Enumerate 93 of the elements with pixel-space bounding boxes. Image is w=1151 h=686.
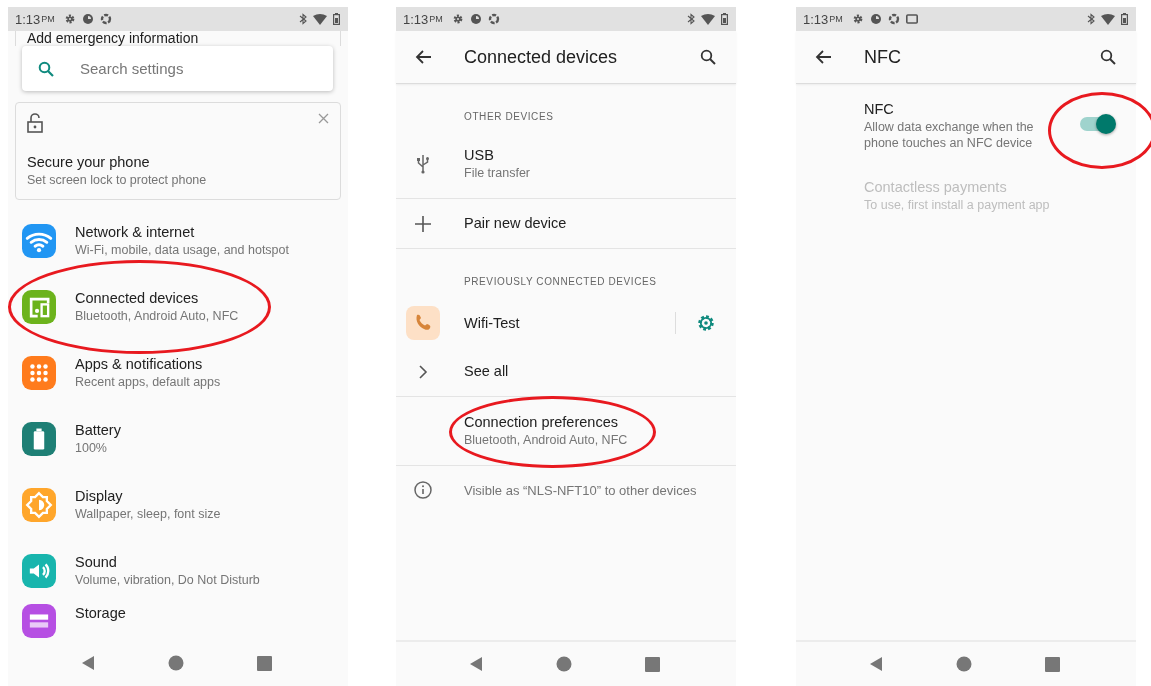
status-meridiem: PM: [41, 14, 55, 24]
back-arrow-icon[interactable]: [415, 50, 431, 64]
item-title: Connection preferences: [464, 413, 619, 432]
search-icon: [38, 61, 54, 77]
pie-icon: [81, 13, 94, 25]
settings-category[interactable]: Battery 100%: [8, 406, 348, 472]
category-title: Connected devices: [75, 289, 200, 308]
back-arrow-icon[interactable]: [815, 50, 831, 64]
back-icon[interactable]: [80, 655, 95, 671]
settings-category[interactable]: Connected devices Bluetooth, Android Auto, NFC: [8, 274, 348, 340]
search-field[interactable]: Search settings: [22, 46, 333, 91]
settings-category[interactable]: Display Wallpaper, sleep, font size: [8, 472, 348, 538]
item-title: Pair new device: [464, 214, 567, 233]
category-title: Storage: [75, 604, 126, 623]
ring-icon: [99, 13, 112, 25]
pie-icon: [469, 13, 482, 25]
wifi-signal-icon: [313, 13, 327, 25]
gear-icon: [851, 13, 864, 25]
device-name[interactable]: Wifi-Test: [464, 313, 675, 333]
suggestion-summary: Set screen lock to protect phone: [27, 172, 208, 189]
home-icon[interactable]: [955, 656, 972, 672]
status-time: 1:13: [403, 11, 429, 27]
gear-icon: [63, 13, 76, 25]
category-title: Sound: [75, 553, 118, 572]
item-title: NFC: [864, 100, 895, 119]
search-icon[interactable]: [1100, 49, 1116, 65]
settings-icon[interactable]: [696, 313, 716, 333]
category-summary: Recent apps, default apps: [75, 374, 221, 391]
info-icon: [414, 481, 432, 499]
category-title: Battery: [75, 421, 121, 440]
status-time: 1:13: [15, 11, 41, 27]
lock-icon: [27, 113, 45, 133]
battery-icon: [1121, 13, 1128, 25]
screen-title: Connected devices: [464, 46, 619, 68]
item-summary: Bluetooth, Android Auto, NFC: [464, 432, 628, 449]
back-icon[interactable]: [868, 656, 883, 672]
item-title: Contactless payments: [864, 178, 1008, 197]
home-icon[interactable]: [555, 656, 572, 672]
section-header: PREVIOUSLY CONNECTED DEVICES: [464, 276, 657, 287]
wifi-signal-icon: [701, 13, 715, 25]
item-title: See all: [464, 362, 509, 381]
recents-icon[interactable]: [1044, 656, 1060, 672]
screen-icon: [905, 13, 918, 25]
search-icon[interactable]: [700, 49, 716, 65]
settings-category[interactable]: Network & internet Wi-Fi, mobile, data usage, and hotspot: [8, 208, 348, 274]
back-icon[interactable]: [468, 656, 483, 672]
item-summary: File transfer: [464, 165, 530, 182]
category-title: Display: [75, 487, 124, 506]
item-summary: Allow data exchange when the phone touches an NFC device: [864, 119, 1035, 151]
phone-icon: [406, 306, 440, 340]
wifi-signal-icon: [1101, 13, 1115, 25]
bluetooth-icon: [1087, 13, 1095, 25]
category-summary: Bluetooth, Android Auto, NFC: [75, 308, 239, 325]
settings-category[interactable]: Sound Volume, vibration, Do Not Disturb: [8, 538, 348, 604]
home-icon[interactable]: [167, 655, 184, 671]
preference-item[interactable]: Connection preferences Bluetooth, Android Auto, NFC: [396, 397, 736, 465]
card-title: Add emergency information: [27, 31, 200, 46]
item-title: USB: [464, 146, 495, 165]
preference-item[interactable]: See all: [396, 347, 736, 396]
recents-icon[interactable]: [644, 656, 660, 672]
ring-icon: [487, 13, 500, 25]
usb-icon: [417, 154, 429, 174]
status-meridiem: PM: [829, 14, 843, 24]
category-summary: Volume, vibration, Do Not Disturb: [75, 572, 260, 589]
gear-icon: [451, 13, 464, 25]
preference-item[interactable]: Pair new device: [396, 199, 736, 248]
pie-icon: [869, 13, 882, 25]
status-meridiem: PM: [429, 14, 443, 24]
settings-category[interactable]: Storage: [8, 604, 348, 640]
toggle-switch[interactable]: [1080, 117, 1114, 131]
battery-icon: [721, 13, 728, 25]
recents-icon[interactable]: [256, 655, 272, 671]
battery-icon: [333, 13, 340, 25]
category-summary: Wi-Fi, mobile, data usage, and hotspot: [75, 242, 289, 259]
screen-title: NFC: [864, 46, 902, 68]
category-title: Network & internet: [75, 223, 196, 242]
emergency-card[interactable]: Add emergency information: [15, 31, 341, 46]
category-title: Apps & notifications: [75, 355, 204, 374]
section-header: OTHER DEVICES: [464, 111, 554, 122]
preference-item[interactable]: USB File transfer: [396, 130, 736, 198]
category-summary: 100%: [75, 440, 108, 457]
item-summary: To use, first install a payment app: [864, 197, 1050, 214]
settings-category[interactable]: Apps & notifications Recent apps, default apps: [8, 340, 348, 406]
footer-text: Visible as “NLS-NFT10” to other devices: [464, 481, 697, 499]
chevron-icon: [418, 364, 428, 379]
bluetooth-icon: [299, 13, 307, 25]
suggestion-title: Secure your phone: [27, 153, 151, 172]
bluetooth-icon: [687, 13, 695, 25]
close-icon[interactable]: [318, 113, 329, 124]
plus-icon: [415, 215, 431, 232]
ring-icon: [887, 13, 900, 25]
category-summary: Wallpaper, sleep, font size: [75, 506, 221, 523]
status-time: 1:13: [803, 11, 829, 27]
